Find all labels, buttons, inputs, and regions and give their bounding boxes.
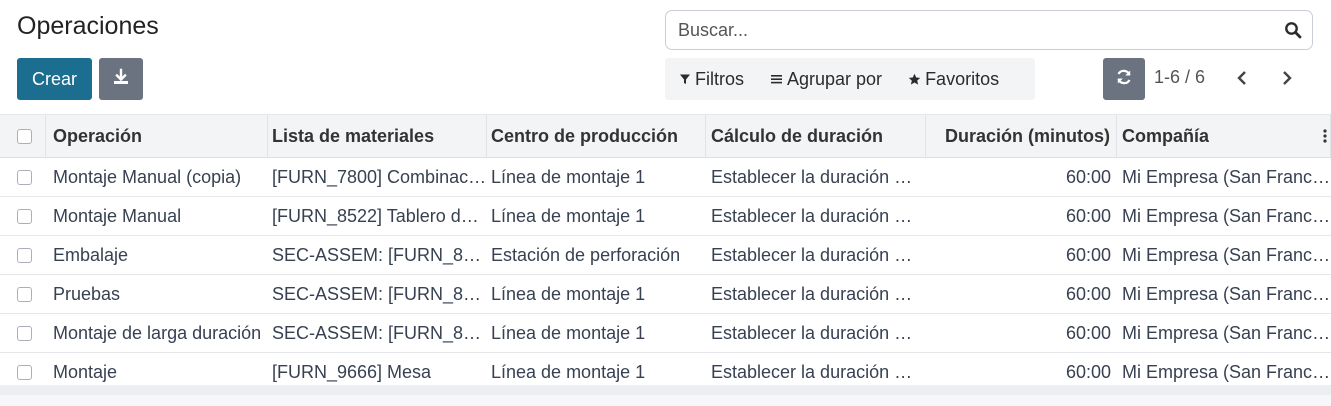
select-all-cell [0, 115, 46, 157]
search-bar[interactable] [665, 10, 1313, 50]
duration-computation-cell[interactable]: Establecer la duración manualmente [706, 236, 926, 274]
table-row[interactable]: Montaje Manual (copia) [FURN_7800] Combin… [0, 158, 1331, 197]
favorites-button[interactable]: Favoritos [895, 69, 1012, 90]
group-by-icon [770, 73, 783, 85]
star-icon [908, 73, 921, 86]
filters-label: Filtros [695, 68, 744, 89]
pager-value[interactable]: 1-6 / 6 [1154, 67, 1205, 88]
table-body: Montaje Manual (copia) [FURN_7800] Combin… [0, 158, 1331, 392]
table-row[interactable]: Montaje de larga duración SEC-ASSEM: [FUR… [0, 314, 1331, 353]
duration-computation-cell[interactable]: Establecer la duración manualmente [706, 158, 926, 196]
filters-button[interactable]: Filtros [665, 69, 757, 90]
table-row[interactable]: Montaje Manual[FURN_8522] Tablero de mes… [0, 197, 1331, 236]
filter-icon [679, 73, 691, 85]
refresh-icon [1115, 68, 1133, 91]
table-row[interactable]: EmbalajeSEC-ASSEM: [FURN_8855] CajónEsta… [0, 236, 1331, 275]
refresh-button[interactable] [1103, 58, 1145, 100]
operations-table: Operación Lista de materiales Centro de … [0, 114, 1331, 392]
bom-cell[interactable]: [FURN_7800] Combinación de escritorio [268, 158, 487, 196]
company-cell[interactable]: Mi Empresa (San Francisco) [1117, 158, 1331, 196]
row-select-cell [0, 197, 46, 235]
download-icon [112, 68, 130, 91]
operation-cell[interactable]: Montaje de larga duración [46, 314, 268, 352]
company-cell[interactable]: Mi Empresa (San Francisco) [1117, 236, 1331, 274]
row-checkbox[interactable] [17, 208, 32, 224]
workcenter-cell[interactable]: Línea de montaje 1 [487, 314, 706, 352]
workcenter-cell[interactable]: Línea de montaje 1 [487, 275, 706, 313]
workcenter-cell[interactable]: Línea de montaje 1 [487, 158, 706, 196]
table-row[interactable]: PruebasSEC-ASSEM: [FURN_8855] CajónLínea… [0, 275, 1331, 314]
create-button[interactable]: Crear [17, 58, 92, 100]
operation-cell[interactable]: Pruebas [46, 275, 268, 313]
download-button[interactable] [99, 58, 143, 100]
column-options-icon[interactable] [1318, 115, 1331, 157]
company-cell[interactable]: Mi Empresa (San Francisco) [1117, 275, 1331, 313]
duration-computation-cell[interactable]: Establecer la duración manualmente [706, 197, 926, 235]
chevron-left-icon[interactable] [1232, 68, 1252, 88]
duration-cell[interactable]: 60:00 [926, 158, 1117, 196]
duration-computation-cell[interactable]: Establecer la duración manualmente [706, 314, 926, 352]
company-cell[interactable]: Mi Empresa (San Francisco) [1117, 314, 1331, 352]
workcenter-cell[interactable]: Estación de perforación [487, 236, 706, 274]
search-input[interactable] [676, 18, 1284, 42]
column-header-duration[interactable]: Duración (minutos) [926, 115, 1117, 157]
row-checkbox[interactable] [17, 247, 32, 263]
row-select-cell [0, 314, 46, 352]
row-checkbox[interactable] [17, 364, 32, 380]
row-select-cell [0, 275, 46, 313]
group-by-button[interactable]: Agrupar por [757, 69, 895, 90]
search-options-panel: Filtros Agrupar por Favoritos [665, 58, 1035, 100]
duration-cell[interactable]: 60:00 [926, 197, 1117, 235]
duration-computation-cell[interactable]: Establecer la duración manualmente [706, 275, 926, 313]
bom-cell[interactable]: SEC-ASSEM: [FURN_8855] Cajón [268, 275, 487, 313]
bom-cell[interactable]: SEC-ASSEM: [FURN_8855] Cajón [268, 314, 487, 352]
column-header-operation[interactable]: Operación [46, 115, 268, 157]
duration-cell[interactable]: 60:00 [926, 236, 1117, 274]
select-all-checkbox[interactable] [16, 128, 32, 144]
page-title: Operaciones [17, 12, 159, 40]
bom-cell[interactable]: SEC-ASSEM: [FURN_8855] Cajón [268, 236, 487, 274]
row-select-cell [0, 236, 46, 274]
column-header-bom[interactable]: Lista de materiales [268, 115, 487, 157]
row-checkbox[interactable] [17, 169, 32, 185]
company-cell[interactable]: Mi Empresa (San Francisco) [1117, 197, 1331, 235]
column-header-company[interactable]: Compañía [1117, 115, 1331, 157]
chevron-right-icon[interactable] [1277, 68, 1297, 88]
favorites-label: Favoritos [925, 68, 1000, 89]
column-header-workcenter[interactable]: Centro de producción [487, 115, 706, 157]
row-checkbox[interactable] [17, 325, 32, 341]
workcenter-cell[interactable]: Línea de montaje 1 [487, 197, 706, 235]
operation-cell[interactable]: Embalaje [46, 236, 268, 274]
table-footer [0, 385, 1331, 395]
page-footer-area [0, 395, 1331, 406]
operation-cell[interactable]: Montaje Manual [46, 197, 268, 235]
duration-cell[interactable]: 60:00 [926, 275, 1117, 313]
table-header-row: Operación Lista de materiales Centro de … [0, 114, 1331, 158]
row-checkbox[interactable] [17, 286, 32, 302]
search-icon[interactable] [1284, 21, 1302, 39]
group-by-label: Agrupar por [787, 68, 883, 89]
bom-cell[interactable]: [FURN_8522] Tablero de mesa [268, 197, 487, 235]
row-select-cell [0, 158, 46, 196]
duration-cell[interactable]: 60:00 [926, 314, 1117, 352]
column-header-duration-computation[interactable]: Cálculo de duración [706, 115, 926, 157]
operation-cell[interactable]: Montaje Manual (copia) [46, 158, 268, 196]
